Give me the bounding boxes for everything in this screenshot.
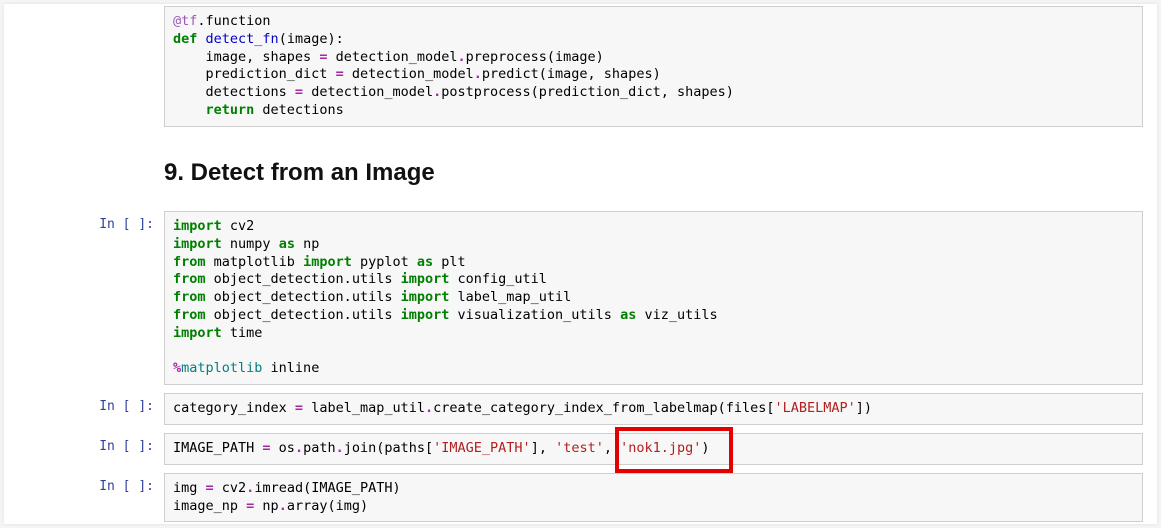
input-prompt: [4, 6, 164, 127]
token-op: =: [295, 400, 303, 416]
token-str: 'test': [555, 440, 604, 456]
code-cell: @tf.function def detect_fn(image): image…: [4, 4, 1157, 129]
token-op: .: [425, 400, 433, 416]
token-kw: from: [173, 307, 206, 323]
code-cell: In [ ]:IMAGE_PATH = os.path.join(paths['…: [4, 431, 1157, 467]
notebook-container: @tf.function def detect_fn(image): image…: [4, 4, 1157, 524]
input-area: img = cv2.imread(IMAGE_PATH) image_np = …: [164, 473, 1143, 523]
token-op: =: [336, 66, 344, 82]
input-prompt: [4, 135, 164, 203]
input-area: category_index = label_map_util.create_c…: [164, 393, 1143, 425]
markdown-output: 9. Detect from an Image: [164, 135, 1143, 203]
token-kw: from: [173, 289, 206, 305]
token-dec: @tf: [173, 13, 197, 29]
input-area: @tf.function def detect_fn(image): image…: [164, 6, 1143, 127]
input-prompt: In [ ]:: [4, 393, 164, 425]
token-op: .: [433, 84, 441, 100]
code-cell: In [ ]:img = cv2.imread(IMAGE_PATH) imag…: [4, 471, 1157, 525]
token-kw: import: [401, 289, 450, 305]
token-mag: matplotlib: [181, 360, 262, 376]
input-area: IMAGE_PATH = os.path.join(paths['IMAGE_P…: [164, 433, 1143, 465]
code-cell: In [ ]:import cv2 import numpy as np fro…: [4, 209, 1157, 387]
token-op: =: [262, 440, 270, 456]
token-kw: import: [173, 218, 222, 234]
token-op: =: [319, 49, 327, 65]
token-str: 'IMAGE_PATH': [433, 440, 531, 456]
token-op: .: [336, 440, 344, 456]
token-op: =: [295, 84, 303, 100]
code-input[interactable]: category_index = label_map_util.create_c…: [164, 393, 1143, 425]
token-kw: import: [173, 325, 222, 341]
token-kw: as: [417, 254, 433, 270]
token-op: .: [295, 440, 303, 456]
token-kw: import: [401, 307, 450, 323]
section-heading: 9. Detect from an Image: [164, 159, 1143, 187]
token-kw: as: [620, 307, 636, 323]
token-op: .: [458, 49, 466, 65]
input-prompt: In [ ]:: [4, 473, 164, 523]
input-area: import cv2 import numpy as np from matpl…: [164, 211, 1143, 385]
code-input[interactable]: import cv2 import numpy as np from matpl…: [164, 211, 1143, 385]
token-op: =: [206, 480, 214, 496]
token-kw: import: [401, 271, 450, 287]
token-kw: as: [279, 236, 295, 252]
markdown-cell: 9. Detect from an Image: [4, 133, 1157, 205]
token-op: .: [279, 498, 287, 514]
page-root: @tf.function def detect_fn(image): image…: [0, 4, 1161, 524]
token-fn: detect_fn: [206, 31, 279, 47]
token-kw: return: [206, 102, 255, 118]
token-op: =: [246, 498, 254, 514]
input-prompt: In [ ]:: [4, 211, 164, 385]
code-input[interactable]: img = cv2.imread(IMAGE_PATH) image_np = …: [164, 473, 1143, 523]
token-op: .: [246, 480, 254, 496]
token-op: .: [474, 66, 482, 82]
input-prompt: In [ ]:: [4, 433, 164, 465]
code-input[interactable]: IMAGE_PATH = os.path.join(paths['IMAGE_P…: [164, 433, 1143, 465]
token-kw: from: [173, 271, 206, 287]
token-kw: import: [173, 236, 222, 252]
token-kw: def: [173, 31, 197, 47]
code-cell: In [ ]:category_index = label_map_util.c…: [4, 391, 1157, 427]
token-str: 'nok1.jpg': [620, 440, 701, 456]
token-kw: import: [303, 254, 352, 270]
token-kw: from: [173, 254, 206, 270]
token-str: 'LABELMAP': [775, 400, 856, 416]
token-op: %: [173, 360, 181, 376]
code-input[interactable]: @tf.function def detect_fn(image): image…: [164, 6, 1143, 127]
